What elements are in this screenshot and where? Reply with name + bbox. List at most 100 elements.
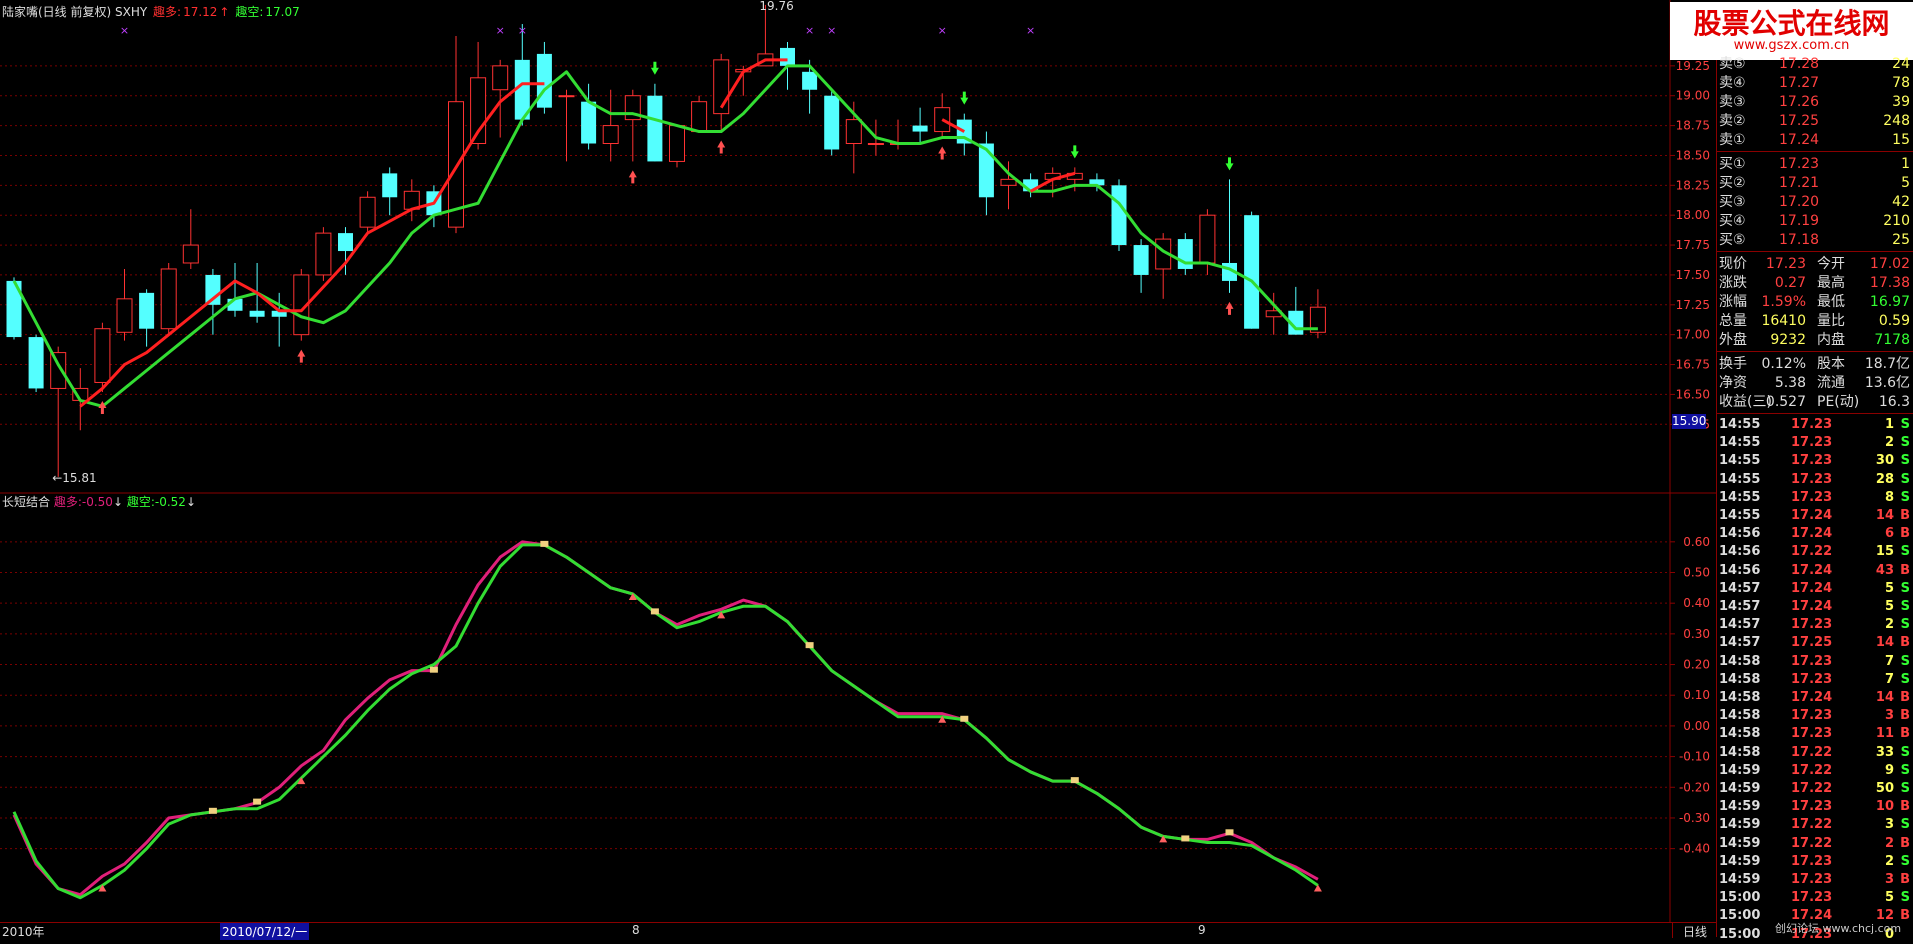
candle-body-up [602,125,619,145]
tick-price: 17.23 [1791,489,1833,505]
tick-volume: 3 [1884,708,1894,724]
sub-chart-header: 长短结合 趣多:-0.50↓ 趣空:-0.52↓ [2,493,196,510]
tick-side: S [1900,617,1910,633]
candle-body-down [647,95,663,162]
stat-row: 总量 16410 量比 0.59 [1719,311,1912,331]
stat-row: 净资 5.38 流通 13.6亿 [1719,373,1912,393]
ask-label: 卖② [1719,113,1746,129]
bid-price: 17.18 [1779,232,1820,248]
ask-price: 17.27 [1779,75,1820,91]
footer-credit: 创幻论坛 www.chcj.com [1775,922,1902,935]
ask-volume: 24 [1892,56,1910,72]
y-tick-label: 0.20 [1683,658,1710,672]
buy-arrow-marker [628,170,637,184]
sub-chart-title: 长短结合 [2,495,51,509]
tick-price: 17.24 [1791,526,1833,542]
watermark-title: 股票公式在线网 [1693,7,1890,40]
candle-body-up [845,119,862,145]
tick-volume: 3 [1884,817,1894,833]
tick-volume: 15 [1875,544,1894,560]
tick-side: S [1900,762,1910,778]
tick-volume: 2 [1884,617,1894,633]
bid-volume: 25 [1892,232,1910,248]
watermark-url: www.gszx.com.cn [1733,38,1850,53]
tick-side: B [1900,908,1910,924]
tick-side: S [1900,489,1910,505]
ask-row: 卖② 17.25 248 [1719,111,1912,131]
stat-value: 9232 [1770,332,1806,348]
candle-body-up [94,328,111,383]
tick-price: 17.22 [1791,762,1833,778]
candle-body-up [669,125,685,162]
period-label[interactable]: 日线 [1672,922,1717,939]
tick-volume: 28 [1875,471,1894,487]
sell-arrow-marker [1070,145,1079,159]
tick-price: 17.24 [1791,562,1833,578]
stat-value: 16.3 [1878,394,1910,410]
y-tick-label: -0.40 [1679,842,1710,856]
y-tick-label: -0.30 [1679,811,1710,825]
tick-time: 14:59 [1719,799,1761,815]
stat-value: 1.59% [1761,294,1806,310]
tick-time: 15:00 [1719,908,1761,924]
y-tick-label: 17.00 [1676,328,1710,342]
bid-row: 买④ 17.19 210 [1719,211,1912,231]
tick-time: 15:00 [1719,926,1761,942]
tick-price: 17.23 [1791,653,1833,669]
y-tick-label: 18.50 [1676,148,1710,162]
tick-volume: 10 [1875,799,1894,815]
candle-body-up [182,244,199,264]
tick-time: 14:58 [1719,708,1761,724]
tick-time: 14:57 [1719,617,1761,633]
stat-key: 今开 [1817,256,1845,272]
candle-body-up [691,101,708,133]
tick-volume: 33 [1875,744,1894,760]
tick-side: S [1900,580,1910,596]
tick-row: 14:59 17.23 2 S [1719,853,1912,871]
tick-time: 14:59 [1719,762,1761,778]
quote-separator [1717,351,1913,352]
tick-row: 14:56 17.24 43 B [1719,562,1912,580]
date-label-aug: 8 [632,923,640,937]
y-tick-label: 18.25 [1676,178,1710,192]
sub-flat-marker [540,540,549,547]
qukong-line [12,543,1319,900]
ind1-label: 趣多: [153,5,182,19]
tick-price: 17.23 [1791,671,1833,687]
tick-row: 15:00 17.23 5 S [1719,889,1912,907]
quote-panel: 卖⑤ 17.28 24 卖④ 17.27 78 卖③ 17.26 39 卖② 17.25 248 卖① 1… [1716,56,1913,942]
tick-price: 17.24 [1791,599,1833,614]
stat-value: 13.6亿 [1864,375,1910,391]
stat-key: 换手 [1719,356,1747,372]
tick-volume: 11 [1875,726,1894,742]
stat-value: 17.38 [1869,275,1910,291]
tick-volume: 50 [1875,781,1894,796]
tick-time: 14:55 [1719,435,1761,451]
tick-side: S [1900,744,1910,760]
tick-row: 14:59 17.22 3 S [1719,816,1912,834]
ask-row: 卖① 17.24 15 [1719,130,1912,150]
candle-body-down [780,47,795,66]
tick-price: 17.23 [1791,799,1833,815]
buy-arrow-marker [938,146,947,160]
y-tick-label: 19.00 [1676,89,1710,103]
bid-price: 17.19 [1779,213,1820,229]
y-tick-label: 17.25 [1676,298,1710,312]
bid-price: 17.21 [1779,175,1820,191]
stat-value: 5.38 [1774,375,1806,391]
ask-volume: 15 [1892,132,1910,148]
tick-time: 14:57 [1719,580,1761,596]
stat-value: 17.23 [1765,256,1806,272]
sell-arrow-marker [1225,157,1234,171]
ask-price: 17.24 [1779,132,1820,148]
bid-price: 17.20 [1779,194,1820,210]
stat-row: 收益(三) 0.527 PE(动) 16.3 [1719,392,1912,412]
y-tick-label: 16.75 [1676,358,1710,372]
bid-price: 17.23 [1779,156,1820,172]
tick-row: 14:58 17.23 7 S [1719,671,1912,689]
tick-time: 14:56 [1719,526,1761,542]
date-cursor-label[interactable]: 2010/07/12/一 [220,923,310,940]
sub-flat-marker [208,807,217,814]
tick-time: 14:55 [1719,508,1761,523]
tick-price: 17.23 [1791,708,1833,724]
